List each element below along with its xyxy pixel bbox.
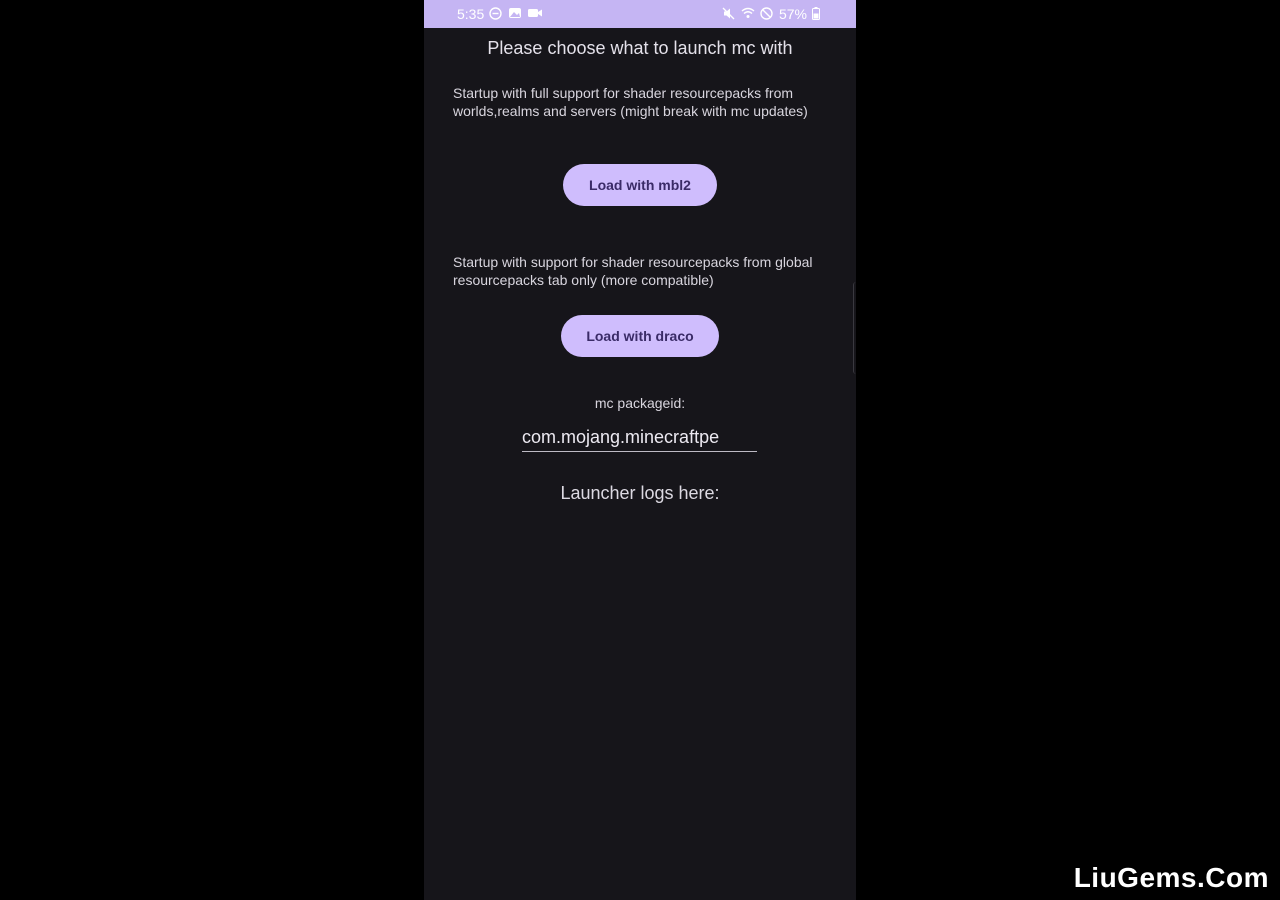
- status-right: 57%: [722, 6, 826, 22]
- load-with-draco-button[interactable]: Load with draco: [561, 315, 719, 357]
- video-frame: 5:35 57% Please choose what to launch mc…: [0, 0, 1280, 900]
- page-title: Please choose what to launch mc with: [487, 38, 793, 58]
- launcher-logs-title: Launcher logs here:: [560, 483, 720, 503]
- package-id-input[interactable]: [522, 424, 757, 452]
- gallery-icon: [508, 7, 522, 21]
- blocked-icon: [760, 7, 774, 21]
- status-bar: 5:35 57%: [424, 0, 856, 28]
- phone-screen: 5:35 57% Please choose what to launch mc…: [424, 0, 856, 900]
- package-id-label: mc packageid:: [594, 395, 686, 411]
- wifi-icon: [741, 7, 755, 21]
- video-record-icon: [527, 7, 543, 21]
- edge-panel-handle[interactable]: [853, 282, 856, 374]
- mute-icon: [722, 7, 736, 21]
- battery-percent: 57%: [778, 6, 807, 22]
- status-time: 5:35: [457, 6, 485, 22]
- status-left: 5:35: [457, 6, 543, 22]
- draco-description: Startup with support for shader resource…: [453, 254, 813, 288]
- mbl2-description: Startup with full support for shader res…: [453, 85, 808, 119]
- battery-icon: [812, 7, 826, 21]
- load-with-mbl2-button[interactable]: Load with mbl2: [563, 164, 717, 206]
- watermark: LiuGems.Com: [1073, 862, 1269, 893]
- do-not-disturb-icon: [489, 7, 503, 21]
